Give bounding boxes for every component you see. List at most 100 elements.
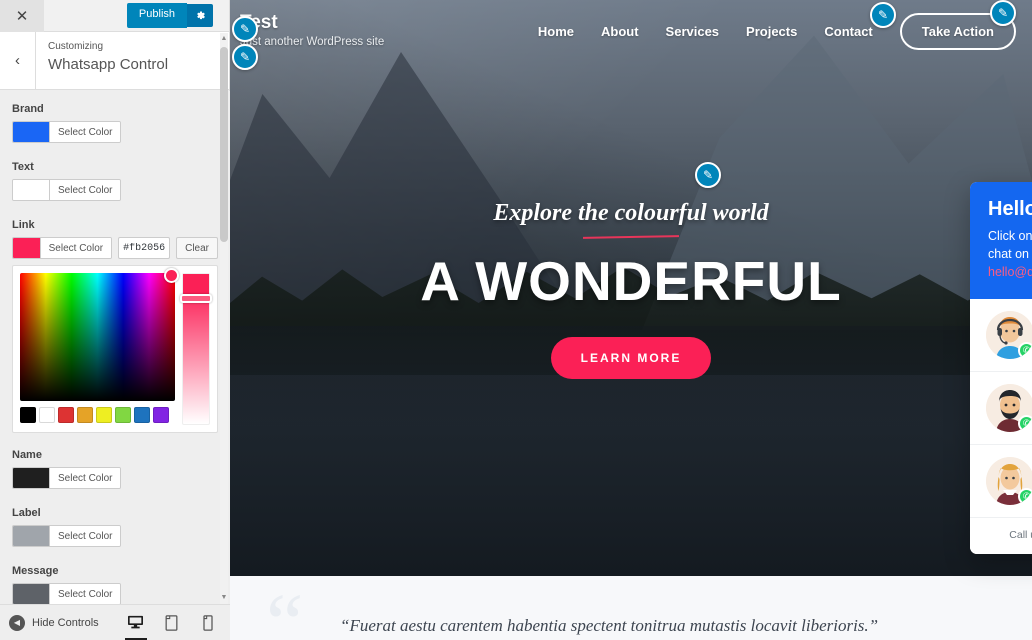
- customizer-controls: Brand Select Color Text Select Color Lin…: [0, 91, 230, 604]
- customizer-panel: ✕ Publish ‹ Customizing Whatsapp Control: [0, 0, 230, 640]
- whatsapp-email-link[interactable]: hello@quadlayers.com: [988, 265, 1032, 279]
- scroll-down-icon[interactable]: ▼: [220, 592, 228, 604]
- list-item[interactable]: ✆ Support Kurt Cobain: [970, 372, 1032, 446]
- saturation-value-area[interactable]: [20, 268, 179, 401]
- quote-mark-icon: “: [266, 577, 304, 640]
- swatch-black[interactable]: [20, 407, 36, 423]
- back-button[interactable]: ‹: [0, 32, 36, 89]
- select-color-button-text[interactable]: Select Color: [12, 179, 122, 201]
- color-row: Select Color: [12, 179, 218, 201]
- color-swatch: [13, 180, 49, 200]
- control-label: Text: [12, 161, 34, 173]
- control-text: Text Select Color: [0, 161, 230, 201]
- color-row: Select Color Clear: [12, 237, 218, 259]
- device-preview-switcher: [124, 610, 219, 640]
- whatsapp-badge-icon: ✆: [1018, 342, 1032, 360]
- list-item[interactable]: ✆ Sales Amy Whinehouse: [970, 445, 1032, 519]
- nav-item-services[interactable]: Services: [666, 24, 720, 39]
- select-color-button-message[interactable]: Select Color: [12, 583, 122, 604]
- edit-cta-pencil-icon[interactable]: ✎: [990, 0, 1016, 26]
- swatch-yellow[interactable]: [96, 407, 112, 423]
- list-item[interactable]: ✆ Support John Doe: [970, 299, 1032, 373]
- whatsapp-message-text: Click one of our representatives below t…: [988, 229, 1032, 262]
- hue-current: [183, 274, 209, 296]
- hue-slider-handle[interactable]: [180, 294, 212, 303]
- whatsapp-widget-header: ✕ Hello! Click one of our representative…: [970, 182, 1032, 300]
- whatsapp-contact-list: ✆ Support John Doe: [970, 299, 1032, 519]
- customizer-topbar: ✕ Publish: [0, 0, 229, 32]
- nav-item-home[interactable]: Home: [538, 24, 574, 39]
- site-branding: ✎ ✎ Test Just another WordPress site: [232, 12, 384, 71]
- scroll-up-icon[interactable]: ▲: [220, 33, 228, 45]
- breadcrumb: Customizing: [48, 41, 104, 52]
- device-tablet-button[interactable]: [161, 610, 183, 636]
- site-title: Test: [240, 12, 278, 34]
- primary-nav: Home About Services Projects Contact Tak…: [538, 12, 1016, 50]
- quote-section: “ “Fuerat aestu carentem habentia specte…: [230, 576, 1032, 640]
- whatsapp-greeting: Hello!: [988, 198, 1032, 220]
- hex-color-input[interactable]: [118, 237, 171, 259]
- control-label: Name: [12, 449, 42, 461]
- publish-button[interactable]: Publish: [126, 3, 187, 28]
- color-swatch: [13, 468, 49, 488]
- nav-item-projects[interactable]: Projects: [746, 24, 797, 39]
- quote-text: “Fuerat aestu carentem habentia spectent…: [340, 616, 879, 635]
- color-row: Select Color: [12, 583, 218, 604]
- swatch-purple[interactable]: [153, 407, 169, 423]
- edit-menu-pencil-icon[interactable]: ✎: [870, 2, 896, 28]
- select-color-label: Select Color: [49, 526, 121, 546]
- whatsapp-widget: ✕ Hello! Click one of our representative…: [970, 182, 1032, 555]
- color-swatch: [13, 122, 49, 142]
- color-swatch: [13, 238, 40, 258]
- close-customizer-icon[interactable]: ✕: [0, 0, 44, 32]
- avatar: ✆: [986, 311, 1032, 360]
- sidebar-scrollbar[interactable]: ▲ ▼: [220, 33, 228, 604]
- select-color-label: Select Color: [49, 122, 121, 142]
- call-us-label: Call us to: [1009, 529, 1032, 542]
- select-color-button-link[interactable]: Select Color: [12, 237, 113, 259]
- color-picker: [12, 265, 218, 433]
- picker-handle[interactable]: [164, 268, 179, 283]
- scrollbar-thumb[interactable]: [220, 47, 228, 242]
- collapse-icon: ◀: [9, 614, 25, 631]
- device-desktop-button[interactable]: [124, 610, 147, 640]
- swatch-green[interactable]: [115, 407, 131, 423]
- select-color-button-name[interactable]: Select Color: [12, 467, 122, 489]
- swatch-red[interactable]: [58, 407, 74, 423]
- clear-button[interactable]: Clear: [176, 237, 218, 259]
- control-brand: Brand Select Color: [0, 103, 230, 143]
- nav-item-about[interactable]: About: [601, 24, 639, 39]
- control-name: Name Select Color: [0, 449, 230, 489]
- control-label-color: Label Select Color: [0, 507, 230, 547]
- color-swatch: [13, 584, 49, 604]
- hide-controls-button[interactable]: ◀ Hide Controls: [0, 614, 99, 631]
- whatsapp-footer: Call us to+542215676835de0:00hsa24:00hs: [970, 518, 1032, 555]
- color-row: Select Color: [12, 525, 218, 547]
- swatch-white[interactable]: [39, 407, 55, 423]
- edit-tagline-pencil-icon[interactable]: ✎: [232, 44, 258, 71]
- swatch-orange[interactable]: [77, 407, 93, 423]
- customizer-footer: ◀ Hide Controls: [0, 604, 230, 640]
- learn-more-button[interactable]: LEARN MORE: [550, 337, 712, 379]
- avatar: ✆: [986, 384, 1032, 433]
- picker-swatches: [20, 407, 175, 423]
- device-mobile-button[interactable]: [197, 610, 219, 636]
- whatsapp-badge-icon: ✆: [1018, 488, 1032, 506]
- select-color-label: Select Color: [49, 180, 121, 200]
- customizer-titles: Customizing Whatsapp Control: [36, 32, 168, 89]
- gear-icon[interactable]: [187, 4, 213, 27]
- hero-subtitle: Explore the colourful world: [493, 200, 769, 226]
- select-color-button-brand[interactable]: Select Color: [12, 121, 122, 143]
- control-message: Message Select Color: [0, 565, 230, 604]
- edit-hero-pencil-icon[interactable]: ✎: [695, 162, 721, 188]
- edit-title-pencil-icon[interactable]: ✎: [232, 16, 258, 43]
- nav-item-contact[interactable]: Contact: [824, 24, 872, 39]
- select-color-button-label[interactable]: Select Color: [12, 525, 122, 547]
- color-swatch: [13, 526, 49, 546]
- avatar: ✆: [986, 457, 1032, 506]
- color-picker-left: [20, 268, 179, 425]
- hero-divider: [582, 235, 680, 239]
- swatch-blue[interactable]: [134, 407, 150, 423]
- select-color-label: Select Color: [49, 468, 121, 488]
- hue-slider[interactable]: [180, 273, 212, 425]
